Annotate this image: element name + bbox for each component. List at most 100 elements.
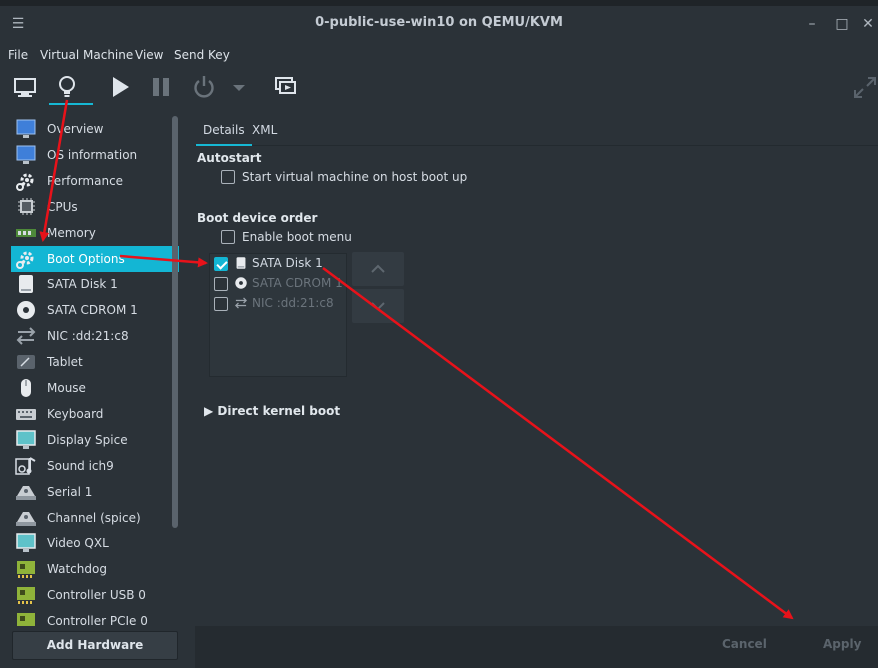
boot-options-panel: Autostart Start virtual machine on host … [195,146,878,626]
maximize-icon[interactable]: □ [832,14,852,34]
menu-file[interactable]: File [8,48,28,62]
network-icon [234,296,248,310]
serial-icon [15,482,37,502]
network-icon [15,326,37,346]
fullscreen-icon[interactable] [850,72,878,102]
gear-icon [15,171,37,191]
sidebar-item-sata-disk-1[interactable]: SATA Disk 1 [11,271,179,297]
close-icon[interactable]: ✕ [858,14,878,34]
tab-details[interactable]: Details [196,123,252,146]
menu-virtual-machine[interactable]: Virtual Machine [40,48,133,62]
snapshots-icon[interactable] [270,72,300,102]
sidebar-item-keyboard[interactable]: Keyboard [11,401,179,427]
sidebar-item-tablet[interactable]: Tablet [11,349,179,375]
sidebar-item-channel-spice[interactable]: Channel (spice) [11,505,179,531]
menu-send-key[interactable]: Send Key [174,48,230,62]
keyboard-icon [15,404,37,424]
cpu-icon [15,197,37,217]
cancel-button[interactable]: Cancel [722,637,767,651]
pause-icon[interactable] [146,72,176,102]
expander-arrow-icon: ▶ [204,404,214,418]
disk-icon [15,274,37,294]
sidebar-item-label: Channel (spice) [47,510,141,525]
enable-boot-menu-checkbox[interactable] [221,230,235,244]
sidebar-item-sata-cdrom-1[interactable]: SATA CDROM 1 [11,297,179,323]
memory-icon [15,223,37,243]
cdrom-icon [234,276,248,290]
boot-order-title: Boot device order [197,211,318,225]
title-bar: ☰ 0-public-use-win10 on QEMU/KVM – □ ✕ [0,6,878,40]
direct-kernel-boot-expander[interactable]: ▶ Direct kernel boot [204,404,340,418]
sidebar-item-label: Video QXL [47,536,109,551]
sidebar-item-video-qxl[interactable]: Video QXL [11,530,179,556]
move-down-button[interactable] [352,289,404,323]
sidebar-item-label: Tablet [47,355,83,370]
sidebar-item-sound-ich9[interactable]: Sound ich9 [11,453,179,479]
sidebar-item-label: CPUs [47,199,78,214]
sidebar-item-mouse[interactable]: Mouse [11,375,179,401]
sidebar-item-memory[interactable]: Memory [11,220,179,246]
pci-card-icon [15,585,37,605]
run-icon[interactable] [105,72,135,102]
sidebar-item-label: OS information [47,147,138,162]
monitor-icon [15,119,37,139]
enable-boot-menu-label: Enable boot menu [242,230,352,244]
sidebar-item-label: Memory [47,225,96,240]
sidebar-item-performance[interactable]: Performance [11,168,179,194]
autostart-title: Autostart [197,151,262,165]
mouse-icon [15,378,37,398]
tab-xml[interactable]: XML [252,123,277,137]
boot-device-sata-disk-1[interactable]: SATA Disk 1 [210,254,346,274]
sidebar-item-label: Display Spice [47,432,128,447]
sidebar-item-controller-usb-0[interactable]: Controller USB 0 [11,582,179,608]
sidebar-item-serial-1[interactable]: Serial 1 [11,479,179,505]
menu-bar: File Virtual Machine View Send Key [0,44,878,68]
boot-device-label: SATA CDROM 1 [252,276,343,290]
sidebar-item-overview[interactable]: Overview [11,116,179,142]
boot-device-label: SATA Disk 1 [252,256,323,270]
shutdown-icon[interactable] [189,72,219,102]
footer-bar: Cancel Apply [195,626,878,668]
boot-device-nic-dd-21-c8[interactable]: NIC :dd:21:c8 [210,294,346,314]
sidebar-item-watchdog[interactable]: Watchdog [11,556,179,582]
autostart-checkbox[interactable] [221,170,235,184]
chevron-down-icon [371,302,385,311]
sidebar-item-label: Boot Options [47,251,125,266]
sidebar-item-nic-dd-21-c8[interactable]: NIC :dd:21:c8 [11,323,179,349]
add-hardware-button[interactable]: Add Hardware [12,631,178,660]
console-icon[interactable] [10,72,40,102]
apply-button[interactable]: Apply [823,637,861,651]
sidebar-item-display-spice[interactable]: Display Spice [11,427,179,453]
details-icon[interactable] [49,72,93,105]
pci-card-icon [15,559,37,579]
serial-icon [15,508,37,528]
tablet-icon [15,352,37,372]
sidebar-item-label: Sound ich9 [47,458,114,473]
minimize-icon[interactable]: – [802,14,822,34]
toolbar [0,70,878,105]
shutdown-menu-icon[interactable] [224,72,254,102]
boot-device-list: SATA Disk 1 SATA CDROM 1 NIC :dd:21:c8 [209,253,347,377]
sidebar-item-controller-pcie-0[interactable]: Controller PCIe 0 [11,608,179,626]
sidebar-item-label: SATA Disk 1 [47,277,118,292]
sidebar-item-cpus[interactable]: CPUs [11,194,179,220]
boot-device-sata-cdrom-1[interactable]: SATA CDROM 1 [210,274,346,294]
boot-device-checkbox[interactable] [214,297,228,311]
move-up-button[interactable] [352,252,404,286]
sidebar-item-label: Controller PCIe 0 [47,614,148,626]
sidebar-item-label: NIC :dd:21:c8 [47,329,129,344]
sidebar-item-label: Controller USB 0 [47,588,146,603]
disk-icon [234,256,248,270]
sidebar-item-label: Watchdog [47,562,107,577]
display-icon [15,533,37,553]
menu-view[interactable]: View [135,48,163,62]
sidebar-item-os-information[interactable]: OS information [11,142,179,168]
boot-device-checkbox[interactable] [214,277,228,291]
sidebar-item-label: Overview [47,122,104,136]
sidebar-item-boot-options[interactable]: Boot Options [11,245,179,272]
boot-device-checkbox[interactable] [214,257,228,271]
sidebar-item-label: Keyboard [47,406,104,421]
sidebar-item-label: Mouse [47,381,86,395]
direct-kernel-boot-label: Direct kernel boot [217,404,341,418]
sidebar-scrollbar[interactable] [172,116,178,528]
